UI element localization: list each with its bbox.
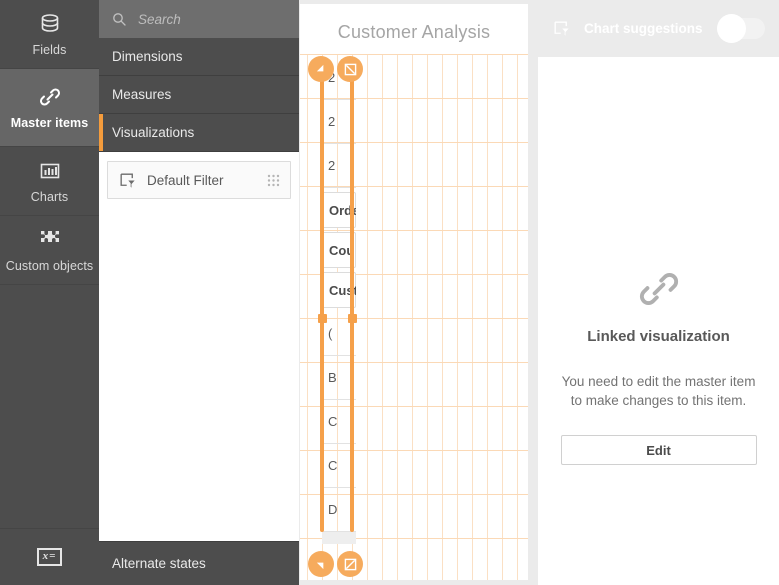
- rail-spacer: [0, 285, 99, 529]
- grid-line-vertical: [367, 54, 368, 580]
- variables-icon: x=: [36, 548, 63, 566]
- arrow-up-right-icon: [344, 558, 356, 570]
- grid-line-vertical: [457, 54, 458, 580]
- link-icon: [38, 85, 62, 109]
- asset-panel: Search Dimensions Measures Visualization…: [99, 0, 299, 585]
- bar-chart-icon: [38, 159, 62, 183]
- empty-state-heading: Linked visualization: [587, 328, 730, 345]
- arrow-down-right-icon: [344, 63, 356, 75]
- sidebar-item-variables[interactable]: x=: [0, 529, 99, 585]
- arrow-up-left-icon: [316, 64, 323, 71]
- qlik-edit-sheet-screen: Fields Master items Charts Custom object…: [0, 0, 779, 585]
- empty-state-line1: You need to edit the master item: [561, 374, 756, 389]
- puzzle-icon: [38, 228, 62, 252]
- tab-label: Measures: [112, 87, 172, 102]
- arrow-down-left-icon: [316, 562, 323, 569]
- tab-visualizations[interactable]: Visualizations: [99, 114, 299, 152]
- selection-band-right[interactable]: [350, 66, 354, 532]
- grid-line-vertical: [472, 54, 473, 580]
- chart-suggestions-label: Chart suggestions: [584, 21, 703, 36]
- tab-measures[interactable]: Measures: [99, 76, 299, 114]
- chart-suggestions-toggle[interactable]: [717, 14, 765, 43]
- linked-visualization-empty-state: Linked visualization You need to edit th…: [538, 57, 779, 585]
- sidebar-item-label: Charts: [30, 189, 69, 204]
- toggle-knob: [717, 14, 746, 43]
- grid-line-vertical: [382, 54, 383, 580]
- visualization-object[interactable]: Customer Analysis 222OrdeCouCust(BCCDCPr…: [300, 4, 528, 580]
- drag-grip-icon[interactable]: [267, 174, 280, 187]
- grid-line-vertical: [517, 54, 518, 580]
- grid-line-horizontal: [300, 54, 528, 55]
- sidebar-item-label: Master items: [10, 116, 89, 130]
- selection-dot-left[interactable]: [318, 314, 327, 323]
- search-input[interactable]: Search: [99, 0, 299, 38]
- selection-handle-top-left[interactable]: [308, 56, 334, 82]
- grid-line-vertical: [427, 54, 428, 580]
- sidebar-item-fields[interactable]: Fields: [0, 0, 99, 69]
- object-title: Customer Analysis: [337, 22, 491, 42]
- asset-list: Default Filter: [99, 152, 299, 541]
- filter-icon: [118, 171, 137, 190]
- alternate-states-label: Alternate states: [112, 556, 206, 571]
- selection-dot-right[interactable]: [348, 314, 357, 323]
- grid-line-vertical: [307, 54, 308, 580]
- link-icon: [637, 267, 681, 311]
- sidebar-item-charts[interactable]: Charts: [0, 147, 99, 216]
- edit-button[interactable]: Edit: [560, 435, 757, 465]
- sidebar-item-custom-objects[interactable]: Custom objects: [0, 216, 99, 285]
- selection-handle-bottom-right[interactable]: [337, 551, 363, 577]
- alternate-states-button[interactable]: Alternate states: [99, 541, 299, 585]
- sidebar-item-label: Fields: [32, 42, 67, 57]
- grid-line-vertical: [502, 54, 503, 580]
- selection-handle-bottom-left[interactable]: [308, 551, 334, 577]
- empty-state-description: You need to edit the master item to make…: [559, 372, 759, 410]
- database-icon: [38, 12, 62, 36]
- grid-line-vertical: [487, 54, 488, 580]
- chart-suggestions-header: Chart suggestions: [538, 0, 779, 57]
- grid-line-vertical: [442, 54, 443, 580]
- list-item[interactable]: Default Filter: [107, 161, 291, 199]
- sheet-canvas[interactable]: Customer Analysis 222OrdeCouCust(BCCDCPr…: [299, 0, 538, 585]
- asset-rail: Fields Master items Charts Custom object…: [0, 0, 99, 585]
- grid-line-vertical: [397, 54, 398, 580]
- grid-line-vertical: [412, 54, 413, 580]
- list-item-label: Default Filter: [147, 172, 224, 188]
- selection-band-left[interactable]: [320, 66, 324, 532]
- search-icon: [111, 11, 127, 27]
- object-row-value[interactable]: C: [322, 532, 356, 544]
- properties-panel: Chart suggestions Linked visualization Y…: [538, 0, 779, 585]
- tab-label: Visualizations: [112, 125, 195, 140]
- sidebar-item-label: Custom objects: [5, 258, 94, 273]
- tab-dimensions[interactable]: Dimensions: [99, 38, 299, 76]
- filter-icon: [552, 19, 571, 38]
- search-placeholder: Search: [138, 11, 181, 27]
- sidebar-item-master-items[interactable]: Master items: [0, 69, 99, 147]
- tab-label: Dimensions: [112, 49, 183, 64]
- empty-state-line2: to make changes to this item.: [570, 393, 747, 408]
- selection-handle-top-right[interactable]: [337, 56, 363, 82]
